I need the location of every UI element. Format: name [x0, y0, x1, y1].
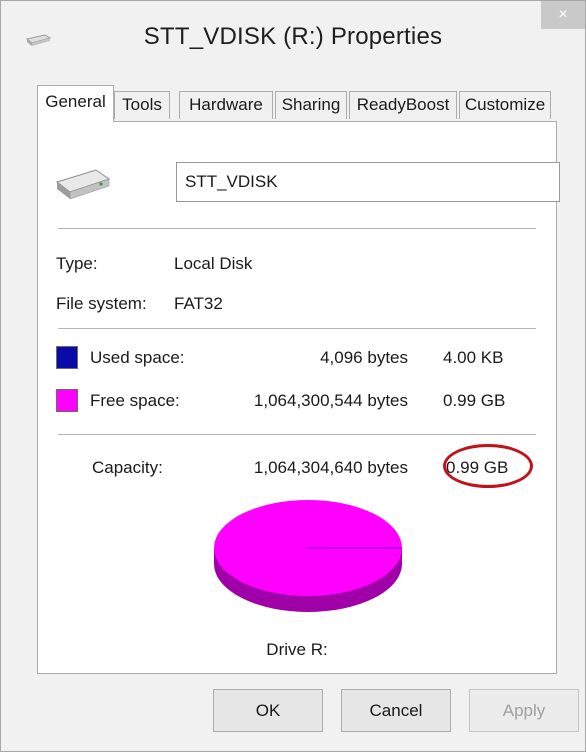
tab-readyboost[interactable]: ReadyBoost — [349, 91, 457, 119]
capacity-label: Capacity: — [92, 458, 163, 477]
free-space-bytes: 1,064,300,544 bytes — [253, 391, 408, 410]
tab-general[interactable]: General — [37, 85, 114, 122]
drive-large-icon — [55, 169, 111, 200]
free-space-size: 0.99 GB — [443, 391, 506, 410]
title-bar: STT_VDISK (R:) Properties × — [1, 1, 585, 79]
tab-tools[interactable]: Tools — [114, 91, 170, 119]
type-value: Local Disk — [174, 254, 253, 273]
free-space-label: Free space: — [90, 391, 180, 410]
disk-usage-pie — [214, 500, 402, 612]
close-button[interactable]: × — [541, 1, 585, 29]
file-system-value: FAT32 — [174, 294, 223, 313]
volume-name-input[interactable] — [176, 162, 560, 202]
capacity-highlight-ring — [443, 444, 533, 488]
separator — [58, 328, 536, 329]
cancel-button[interactable]: Cancel — [341, 689, 451, 732]
type-label: Type: — [56, 254, 98, 273]
tab-customize[interactable]: Customize — [459, 91, 551, 119]
capacity-bytes: 1,064,304,640 bytes — [253, 458, 408, 477]
separator — [58, 228, 536, 229]
file-system-label: File system: — [56, 294, 147, 313]
used-space-size: 4.00 KB — [443, 348, 504, 367]
free-space-swatch — [56, 389, 78, 412]
used-space-bytes: 4,096 bytes — [320, 348, 408, 367]
general-panel: Type: Local Disk File system: FAT32 Used… — [37, 121, 560, 674]
window-title: STT_VDISK (R:) Properties — [143, 23, 443, 50]
used-space-swatch — [56, 346, 78, 369]
used-space-label: Used space: — [90, 348, 185, 367]
ok-button[interactable]: OK — [213, 689, 323, 732]
tab-hardware[interactable]: Hardware — [179, 91, 273, 119]
tab-sharing[interactable]: Sharing — [275, 91, 347, 119]
separator — [58, 434, 536, 435]
drive-letter-label: Drive R: — [266, 640, 328, 659]
apply-button[interactable]: Apply — [469, 689, 579, 732]
properties-window: STT_VDISK (R:) Properties × General Tool… — [0, 0, 586, 752]
